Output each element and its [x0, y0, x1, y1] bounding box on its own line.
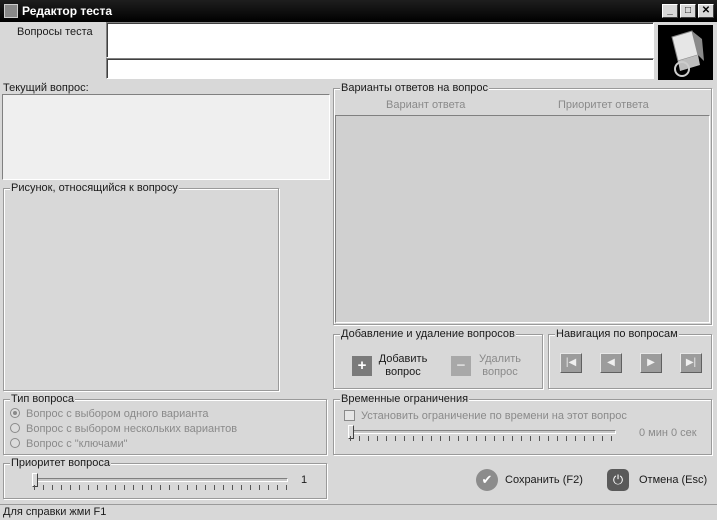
column-answer-variant[interactable]: Вариант ответа	[386, 99, 465, 111]
picture-group-label: Рисунок, относящийся к вопросу	[10, 182, 179, 194]
computer-logo-icon	[658, 25, 713, 80]
last-question-button[interactable]: ▶|	[680, 353, 702, 373]
questions-list[interactable]	[106, 22, 654, 58]
window-title: Редактор теста	[22, 4, 113, 18]
close-button[interactable]: ✕	[698, 4, 714, 18]
title-bar: Редактор теста _ □ ✕	[0, 0, 717, 22]
add-remove-group: Добавление и удаление вопросов + Добавит…	[333, 328, 543, 389]
current-question-label: Текущий вопрос:	[3, 82, 89, 94]
priority-slider-ticks	[34, 485, 294, 490]
add-remove-group-label: Добавление и удаление вопросов	[340, 328, 516, 340]
add-question-button[interactable]: + Добавить вопрос	[352, 353, 432, 383]
radio-single-choice[interactable]: Вопрос с выбором одного варианта	[10, 408, 209, 420]
radio-indicator	[10, 408, 20, 418]
priority-slider-track[interactable]	[32, 478, 288, 482]
time-value: 0 мин 0 сек	[639, 427, 697, 439]
remove-question-label: Удалить вопрос	[479, 353, 521, 378]
priority-group-label: Приоритет вопроса	[10, 457, 111, 469]
radio-indicator	[10, 423, 20, 433]
save-button[interactable]: ✔ Сохранить (F2)	[476, 468, 586, 492]
radio-indicator	[10, 438, 20, 448]
plus-icon: +	[352, 356, 372, 376]
answers-list[interactable]	[335, 115, 710, 323]
picture-group: Рисунок, относящийся к вопросу	[3, 182, 279, 391]
navigation-group-label: Навигация по вопросам	[555, 328, 679, 340]
add-question-label: Добавить вопрос	[378, 353, 428, 378]
time-slider-track[interactable]	[348, 430, 616, 434]
previous-question-button[interactable]: ◀	[600, 353, 622, 373]
next-question-button[interactable]: ▶	[640, 353, 662, 373]
priority-value: 1	[301, 474, 308, 486]
priority-group: Приоритет вопроса 1	[3, 457, 327, 499]
answers-group-label: Варианты ответов на вопрос	[340, 82, 490, 94]
checkmark-icon: ✔	[476, 469, 498, 491]
cancel-button-label: Отмена (Esc)	[639, 474, 708, 486]
remove-question-button[interactable]: − Удалить вопрос	[451, 353, 531, 383]
radio-keys[interactable]: Вопрос с "ключами"	[10, 438, 128, 450]
time-limit-checkbox[interactable]: Установить ограничение по времени на это…	[344, 410, 627, 422]
questions-list-extra[interactable]	[106, 58, 654, 79]
minimize-button[interactable]: _	[662, 4, 678, 18]
answers-group: Варианты ответов на вопрос Вариант ответ…	[333, 82, 712, 325]
status-bar: Для справки жми F1	[0, 504, 717, 520]
question-type-group: Тип вопроса Вопрос с выбором одного вари…	[3, 393, 327, 455]
radio-single-choice-label: Вопрос с выбором одного варианта	[26, 408, 209, 420]
radio-multiple-choice-label: Вопрос с выбором нескольких вариантов	[26, 423, 238, 435]
first-question-button[interactable]: |◀	[560, 353, 582, 373]
checkbox-box	[344, 410, 355, 421]
cancel-button[interactable]: ⏻ Отмена (Esc)	[607, 468, 715, 492]
radio-multiple-choice[interactable]: Вопрос с выбором нескольких вариантов	[10, 423, 237, 435]
minus-icon: −	[451, 356, 471, 376]
questions-label: Вопросы теста	[17, 26, 93, 38]
answers-header: Вариант ответа Приоритет ответа	[334, 97, 711, 114]
status-text: Для справки жми F1	[3, 506, 107, 518]
picture-area[interactable]	[8, 197, 274, 386]
maximize-button[interactable]: □	[680, 4, 696, 18]
radio-keys-label: Вопрос с "ключами"	[26, 438, 128, 450]
time-limits-group: Временные ограничения Установить огранич…	[333, 393, 712, 455]
power-icon: ⏻	[607, 469, 629, 491]
time-slider-ticks	[350, 436, 620, 441]
time-limit-checkbox-label: Установить ограничение по времени на это…	[361, 410, 627, 422]
app-icon	[4, 4, 18, 18]
column-answer-priority[interactable]: Приоритет ответа	[558, 99, 649, 111]
navigation-group: Навигация по вопросам |◀ ◀ ▶ ▶|	[548, 328, 712, 389]
current-question-input[interactable]	[2, 94, 330, 180]
question-type-group-label: Тип вопроса	[10, 393, 76, 405]
time-limits-group-label: Временные ограничения	[340, 393, 470, 405]
save-button-label: Сохранить (F2)	[505, 474, 583, 486]
